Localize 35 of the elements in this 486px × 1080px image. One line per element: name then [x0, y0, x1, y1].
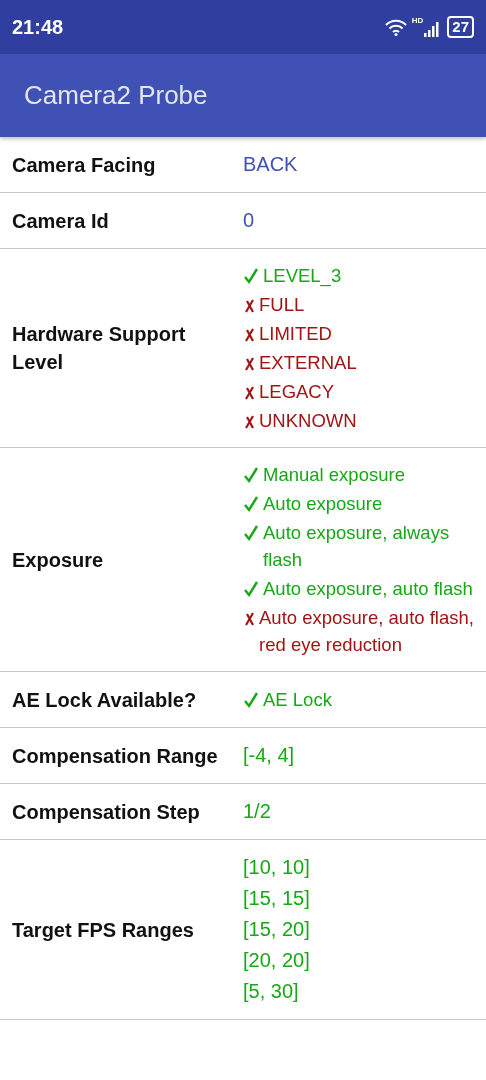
value-text: [15, 15] [243, 886, 311, 911]
value-text: Auto exposure, auto flash [263, 577, 473, 601]
row-label: Target FPS Ranges [11, 917, 195, 943]
row-label: Camera Id [11, 208, 110, 234]
value-text: LEGACY [259, 380, 335, 404]
app-title: Camera2 Probe [24, 80, 208, 111]
value-text: [-4, 4] [243, 743, 296, 768]
value-text: UNKNOWN [259, 409, 357, 433]
value-text: LEVEL_3 [263, 264, 342, 289]
status-time: 21:48 [12, 15, 64, 39]
value-text: Auto exposure [263, 492, 383, 516]
row-label: AE Lock Available? [11, 687, 198, 713]
value-text: BACK [243, 152, 299, 177]
value-text: 1/2 [243, 799, 272, 824]
signal-icon [423, 21, 442, 37]
value-text: [5, 30] [243, 979, 300, 1004]
row-label: Hardware Support Level [11, 322, 187, 375]
value-text: [15, 20] [243, 917, 311, 942]
row-label: Compensation Step [11, 799, 201, 825]
value-text: Manual exposure [263, 463, 405, 487]
value-text: [20, 20] [243, 948, 311, 973]
battery-indicator: 27 [447, 16, 474, 38]
value-text: Auto exposure, auto flash, red eye reduction [259, 606, 474, 657]
row-label: Camera Facing [11, 152, 157, 178]
wifi-icon [383, 18, 408, 36]
value-text: [10, 10] [243, 855, 311, 880]
value-text: AE Lock [263, 688, 332, 712]
row-label: Exposure [11, 547, 105, 573]
value-text: Auto exposure, always flash [263, 521, 451, 572]
value-text: 0 [243, 208, 256, 233]
network-label: HD [411, 17, 424, 25]
value-text: EXTERNAL [259, 351, 357, 375]
value-text: LIMITED [259, 322, 332, 346]
row-label: Compensation Range [11, 743, 219, 769]
value-text: FULL [259, 293, 305, 317]
